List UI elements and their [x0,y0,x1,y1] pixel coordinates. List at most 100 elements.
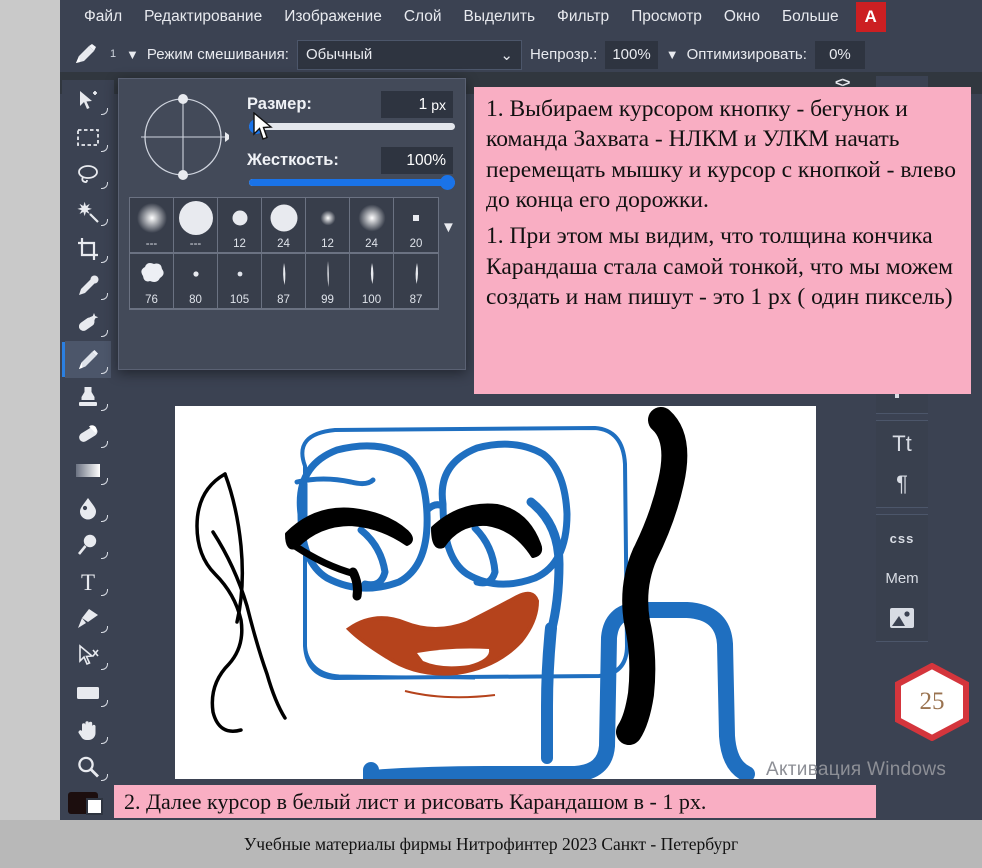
brush-thumb [394,198,438,238]
menu-item-window[interactable]: Окно [713,4,771,30]
menu-item-edit[interactable]: Редактирование [133,4,273,30]
brush-hardness-input[interactable]: 100% [381,147,453,174]
ai-badge[interactable]: A [855,1,886,32]
menu-item-layer[interactable]: Слой [393,4,453,30]
brush-hardness-slider[interactable] [249,175,455,190]
brush-preset-label: 20 [409,238,423,250]
opacity-input[interactable]: 100% [605,40,658,69]
brush-preset-label: 24 [365,238,378,250]
hand-tool[interactable] [65,711,111,748]
brush-thumb [174,198,217,238]
tool-group-corner-icon [101,700,108,707]
tool-group-corner-icon [101,293,108,300]
brush-preset[interactable]: 87 [262,254,306,309]
rectangle-select-tool[interactable] [65,119,111,156]
chevron-down-icon: ⌄ [500,46,513,64]
tool-group-corner-icon [101,515,108,522]
image-panel-icon[interactable] [876,598,928,638]
lasso-tool[interactable] [65,156,111,193]
brush-thumb [350,198,393,238]
pen-tool[interactable] [65,600,111,637]
path-select-tool[interactable] [65,637,111,674]
brush-preset-label: --- [145,238,158,250]
annotation-top: 1. Выбираем курсором кнопку - бегунок и … [474,87,971,394]
brush-preset-label: 12 [233,238,246,250]
brush-preset-grid-wrap: --- --- 12 24 12 24 20 76 80 105 87 99 1… [129,197,439,310]
brush-preset[interactable]: 20 [394,198,438,253]
eraser-tool[interactable] [65,415,111,452]
healing-brush-tool[interactable] [65,304,111,341]
color-swatches[interactable] [62,788,114,822]
brush-size-slider[interactable] [249,119,455,134]
menu-item-more[interactable]: Больше [771,4,850,30]
tool-group-corner-icon [101,330,108,337]
brush-grid-expand-icon[interactable]: ▼ [441,219,456,236]
brush-preset[interactable]: 24 [350,198,394,253]
brush-preset[interactable]: 99 [306,254,350,309]
brush-preset[interactable]: 76 [130,254,174,309]
magic-wand-tool[interactable] [65,193,111,230]
brush-hardness-slider-handle[interactable] [440,175,455,190]
type-tool[interactable]: T [65,563,111,600]
blend-mode-value: Обычный [305,46,373,63]
screenshot-root: Файл Редактирование Изображение Слой Выд… [0,0,982,868]
brush-preset[interactable]: 105 [218,254,262,309]
brush-preset[interactable]: --- [130,198,174,253]
brush-preset[interactable]: 87 [394,254,438,309]
pencil-icon [70,40,100,70]
drawing-canvas[interactable] [175,406,816,779]
menu-item-image[interactable]: Изображение [273,4,393,30]
brush-thumb [174,254,217,294]
memory-panel-icon[interactable]: Mem [876,558,928,598]
tool-group-corner-icon [101,182,108,189]
brush-preset-label: 87 [277,294,290,306]
tool-group-corner-icon [101,367,108,374]
brush-thumb [306,198,349,238]
annotation-bottom-text: 2. Далее курсор в белый лист и рисовать … [124,788,707,814]
tool-group-corner-icon [101,256,108,263]
slide-number: 25 [919,688,945,715]
brush-preset[interactable]: 80 [174,254,218,309]
annotation-top-paragraph-1: 1. Выбираем курсором кнопку - бегунок и … [486,96,956,213]
tool-group-corner-icon [101,626,108,633]
brush-preset[interactable]: 12 [218,198,262,253]
paragraph-panel-icon[interactable]: ¶ [876,464,928,504]
left-toolbar: T [62,80,114,820]
dodge-tool[interactable] [65,526,111,563]
menu-item-view[interactable]: Просмотр [620,4,713,30]
brush-preset[interactable]: 12 [306,198,350,253]
blend-mode-select[interactable]: Обычный ⌄ [296,39,522,70]
brush-thumb [350,254,393,294]
gradient-tool[interactable] [65,452,111,489]
move-tool[interactable] [65,82,111,119]
shape-tool[interactable] [65,674,111,711]
brush-thumb [394,254,438,294]
brush-preset[interactable]: --- [174,198,218,253]
tool-options-bar: 1 ▼ Режим смешивания: Обычный ⌄ Непрозр.… [60,33,982,76]
brush-preset[interactable]: 24 [262,198,306,253]
character-panel-icon[interactable]: Tt [876,424,928,464]
opacity-dropdown-icon[interactable]: ▼ [666,47,679,62]
brush-preset-label: 105 [229,294,250,306]
eyedropper-tool[interactable] [65,267,111,304]
menu-item-file[interactable]: Файл [73,4,133,30]
optimize-input[interactable]: 0% [814,40,865,69]
brush-thumb [218,254,261,294]
annotation-top-paragraph-2: 1. При этом мы видим, что толщина кончик… [486,223,954,310]
background-color-swatch[interactable] [86,798,103,815]
brush-angle-control[interactable] [137,91,229,183]
pencil-tool[interactable] [62,341,111,378]
brush-size-input[interactable]: 1 px [381,91,453,118]
zoom-tool[interactable] [65,748,111,785]
css-panel-icon[interactable]: css [876,518,928,558]
crop-tool[interactable] [65,230,111,267]
stamp-tool[interactable] [65,378,111,415]
brush-preset-dropdown-icon[interactable]: ▼ [126,47,139,62]
footer-bar: Учебные материалы фирмы Нитрофинтер 2023… [0,820,982,868]
brush-thumb [262,254,305,294]
menu-item-filter[interactable]: Фильтр [546,4,620,30]
brush-preset[interactable]: 100 [350,254,394,309]
blur-tool[interactable] [65,489,111,526]
menu-item-select[interactable]: Выделить [453,4,547,30]
tool-group-corner-icon [101,404,108,411]
